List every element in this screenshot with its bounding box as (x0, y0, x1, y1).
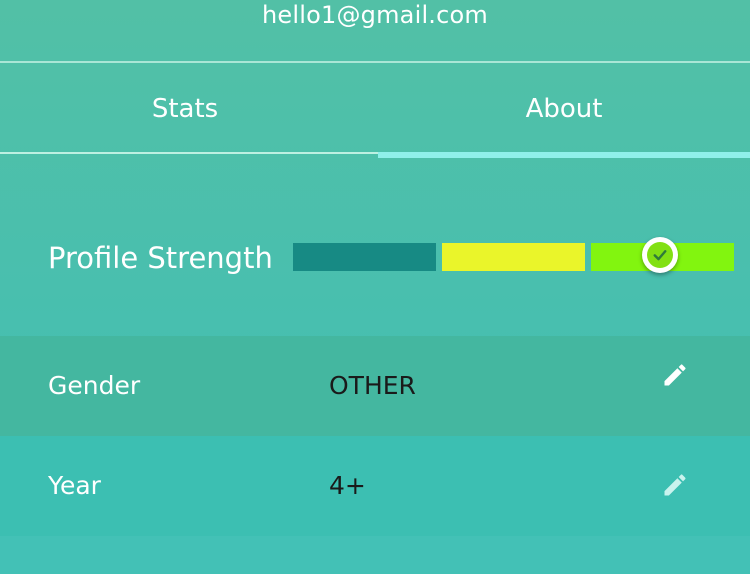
tab-bar: Stats About (0, 63, 750, 159)
tab-about[interactable]: About (378, 63, 750, 155)
tab-stats-underline (0, 152, 378, 154)
edit-year-button[interactable] (658, 468, 692, 502)
gender-value: OTHER (329, 371, 416, 400)
tab-stats[interactable]: Stats (0, 63, 370, 155)
strength-segment-1 (293, 243, 436, 271)
gender-label: Gender (48, 371, 141, 400)
strength-check-badge (642, 237, 678, 273)
pencil-icon (664, 474, 686, 496)
profile-strength-label: Profile Strength (48, 241, 273, 275)
year-value: 4+ (329, 471, 366, 500)
list-spacer (0, 536, 750, 574)
strength-segment-2 (442, 243, 585, 271)
check-icon (653, 250, 667, 261)
user-email: hello1@gmail.com (261, 1, 488, 29)
field-row-year: Year 4+ (0, 436, 750, 536)
edit-gender-button[interactable] (658, 358, 692, 392)
pencil-icon (664, 364, 686, 386)
field-row-gender: Gender OTHER (0, 336, 750, 436)
year-label: Year (48, 471, 101, 500)
tab-about-active-indicator (378, 152, 750, 158)
